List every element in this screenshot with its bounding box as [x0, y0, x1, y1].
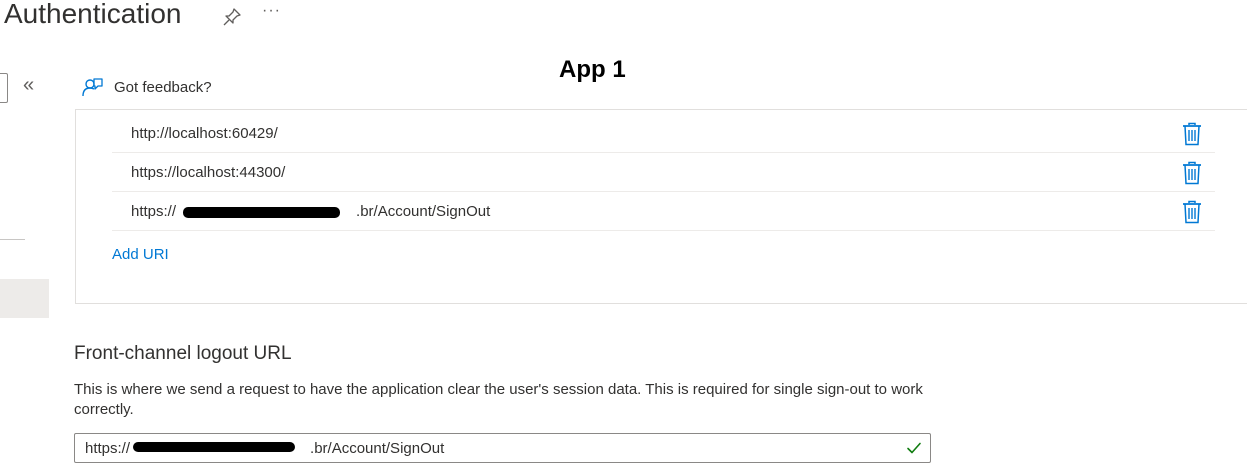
front-channel-description: This is where we send a request to have … — [74, 381, 923, 418]
add-uri-link[interactable]: Add URI — [112, 246, 169, 263]
left-search-box[interactable] — [0, 73, 8, 103]
feedback-button[interactable]: Got feedback? — [82, 75, 212, 99]
page-title: Authentication — [4, 0, 182, 29]
redaction-mark — [183, 207, 340, 218]
annotation-label: App 1 — [559, 56, 626, 83]
redirect-uri-text[interactable]: http://localhost:60429/ — [131, 125, 278, 142]
trash-icon[interactable] — [1181, 161, 1203, 185]
feedback-label: Got feedback? — [114, 78, 212, 96]
sidebar-item-selected[interactable] — [0, 279, 49, 318]
redirect-uri-row: https://localhost:44300/ — [112, 153, 1215, 192]
sidebar-divider — [0, 239, 25, 240]
trash-icon[interactable] — [1181, 122, 1203, 146]
redirect-uri-text[interactable]: https://localhost:44300/ — [131, 164, 285, 181]
checkmark-icon — [907, 442, 921, 454]
collapse-icon[interactable]: « — [23, 74, 34, 97]
redirect-uri-row: http://localhost:60429/ — [112, 114, 1215, 153]
feedback-icon — [82, 78, 103, 97]
front-channel-heading: Front-channel logout URL — [74, 343, 292, 364]
redaction-mark — [133, 442, 295, 452]
more-icon[interactable]: ··· — [262, 2, 281, 20]
trash-icon[interactable] — [1181, 200, 1203, 224]
pin-icon[interactable] — [222, 7, 242, 27]
